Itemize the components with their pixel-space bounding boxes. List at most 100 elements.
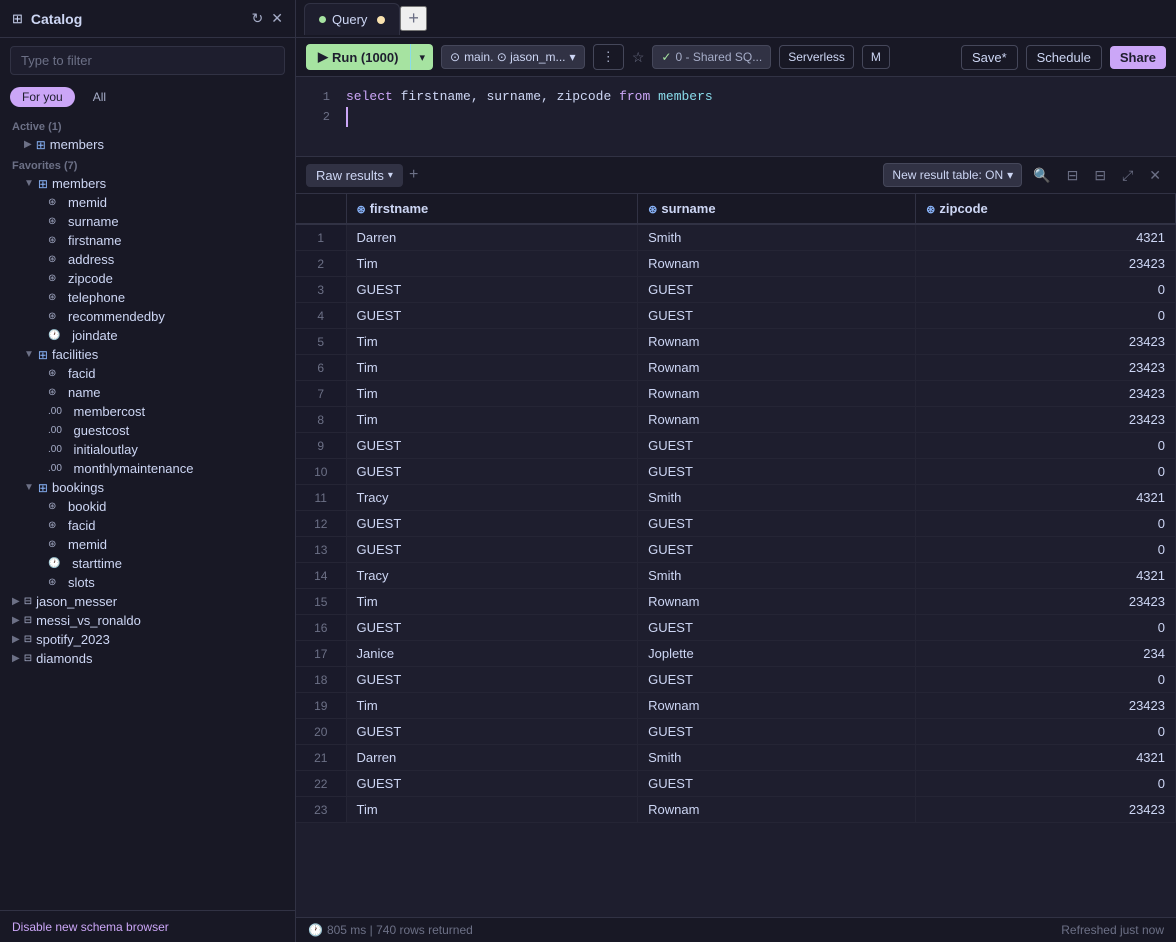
zipcode-cell: 4321: [916, 745, 1176, 771]
sidebar-item-name[interactable]: ⊛ name: [0, 383, 295, 402]
run-dropdown-button[interactable]: ▾: [410, 44, 433, 70]
expand-button[interactable]: ⤢: [1117, 165, 1138, 186]
sidebar-item-fav-facilities[interactable]: ▼ ⊞ facilities: [0, 345, 295, 364]
disable-schema-browser-link[interactable]: Disable new schema browser: [12, 920, 169, 934]
surname-cell: GUEST: [638, 303, 916, 329]
refresh-icon[interactable]: ↻: [252, 10, 264, 27]
sidebar-item-jason-messer[interactable]: ▶ ⊟ jason_messer: [0, 592, 295, 611]
sidebar-item-zipcode[interactable]: ⊛ zipcode: [0, 269, 295, 288]
col-label: joindate: [72, 328, 118, 343]
sidebar-item-messi-vs-ronaldo[interactable]: ▶ ⊟ messi_vs_ronaldo: [0, 611, 295, 630]
status-badge: ✓ 0 - Shared SQ...: [652, 45, 771, 69]
sidebar-item-membercost[interactable]: .00 membercost: [0, 402, 295, 421]
table-row: 4GUESTGUEST0: [296, 303, 1176, 329]
surname-cell: Rownam: [638, 355, 916, 381]
filter-input[interactable]: [10, 46, 285, 75]
sidebar-item-telephone[interactable]: ⊛ telephone: [0, 288, 295, 307]
sidebar-item-starttime[interactable]: 🕐 starttime: [0, 554, 295, 573]
zipcode-header[interactable]: ⊛zipcode: [916, 194, 1176, 224]
col-icon: ⊛: [48, 387, 56, 398]
sidebar-item-bookings-facid[interactable]: ⊛ facid: [0, 516, 295, 535]
schedule-button[interactable]: Schedule: [1026, 45, 1102, 70]
sidebar-item-active-members[interactable]: ▶ ⊞ members: [0, 135, 295, 154]
surname-header[interactable]: ⊛surname: [638, 194, 916, 224]
db-icon: ⊙: [450, 50, 460, 64]
new-result-chevron-icon: ▾: [1007, 168, 1013, 182]
sidebar-item-recommendedby[interactable]: ⊛ recommendedby: [0, 307, 295, 326]
surname-cell: Rownam: [638, 251, 916, 277]
table-row: 18GUESTGUEST0: [296, 667, 1176, 693]
zipcode-cell: 0: [916, 459, 1176, 485]
sidebar-item-bookings-memid[interactable]: ⊛ memid: [0, 535, 295, 554]
tab-all[interactable]: All: [81, 87, 118, 107]
sidebar-item-bookid[interactable]: ⊛ bookid: [0, 497, 295, 516]
close-results-button[interactable]: ✕: [1144, 165, 1166, 186]
db-selector[interactable]: ⊙ main. ⊙ jason_m... ▾: [441, 45, 585, 69]
sidebar-item-firstname[interactable]: ⊛ firstname: [0, 231, 295, 250]
more-options-button[interactable]: ⋮: [593, 44, 624, 70]
sidebar-item-memid[interactable]: ⊛ memid: [0, 193, 295, 212]
tab-row: For you All: [0, 83, 295, 115]
favorite-button[interactable]: ☆: [632, 49, 645, 66]
add-result-button[interactable]: +: [409, 166, 418, 184]
col-label: firstname: [68, 233, 121, 248]
sidebar-item-fav-members[interactable]: ▼ ⊞ members: [0, 174, 295, 193]
check-icon: ✓: [661, 50, 671, 64]
favorites-section-label: Favorites (7): [0, 154, 295, 174]
sidebar-item-initialoutlay[interactable]: .00 initialoutlay: [0, 440, 295, 459]
sidebar-item-address[interactable]: ⊛ address: [0, 250, 295, 269]
filter-results-button[interactable]: ⊟: [1062, 165, 1084, 186]
results-tab[interactable]: Raw results ▾: [306, 164, 403, 187]
new-result-table-button[interactable]: New result table: ON ▾: [883, 163, 1022, 187]
m-button[interactable]: M: [862, 45, 890, 69]
col-label: facid: [68, 366, 95, 381]
table-row: 17JaniceJoplette234: [296, 641, 1176, 667]
add-tab-button[interactable]: +: [400, 6, 427, 31]
firstname-cell: Darren: [346, 224, 638, 251]
row-number: 19: [296, 693, 346, 719]
serverless-button[interactable]: Serverless: [779, 45, 854, 69]
zipcode-cell: 23423: [916, 355, 1176, 381]
run-button[interactable]: ▶ Run (1000): [306, 44, 410, 70]
firstname-cell: Darren: [346, 745, 638, 771]
zipcode-cell: 4321: [916, 485, 1176, 511]
sidebar-item-spotify-2023[interactable]: ▶ ⊟ spotify_2023: [0, 630, 295, 649]
table-row: 7TimRownam23423: [296, 381, 1176, 407]
col-icon: ⊛: [48, 577, 56, 588]
surname-cell: Smith: [638, 563, 916, 589]
sidebar-item-guestcost[interactable]: .00 guestcost: [0, 421, 295, 440]
sidebar-item-monthlymaintenance[interactable]: .00 monthlymaintenance: [0, 459, 295, 478]
layout-button[interactable]: ⊟: [1089, 165, 1111, 186]
sidebar-item-slots[interactable]: ⊛ slots: [0, 573, 295, 592]
search-results-button[interactable]: 🔍: [1028, 165, 1055, 186]
col-icon: ⊛: [48, 216, 56, 227]
col-icon: ⊛: [48, 368, 56, 379]
close-sidebar-icon[interactable]: ✕: [271, 10, 283, 27]
col-type-icon: ⊛: [357, 204, 366, 216]
col-icon: 🕐: [48, 558, 60, 569]
sidebar-item-surname[interactable]: ⊛ surname: [0, 212, 295, 231]
firstname-header[interactable]: ⊛firstname: [346, 194, 638, 224]
schema-icon: ⊟: [24, 634, 32, 645]
share-button[interactable]: Share: [1110, 46, 1166, 69]
sidebar-item-fav-bookings[interactable]: ▼ ⊞ bookings: [0, 478, 295, 497]
col-label: bookid: [68, 499, 106, 514]
sidebar-item-diamonds[interactable]: ▶ ⊟ diamonds: [0, 649, 295, 668]
results-toolbar: Raw results ▾ + New result table: ON ▾ 🔍…: [296, 157, 1176, 194]
table-icon: ⊞: [36, 138, 46, 152]
keyword-from: from: [619, 89, 650, 104]
row-number: 21: [296, 745, 346, 771]
col-label: slots: [68, 575, 95, 590]
save-button[interactable]: Save*: [961, 45, 1018, 70]
schema-icon: ⊟: [24, 615, 32, 626]
tab-for-you[interactable]: For you: [10, 87, 75, 107]
col-label: guestcost: [74, 423, 130, 438]
query-tab[interactable]: Query: [304, 3, 400, 35]
col-icon: ⊛: [48, 539, 56, 550]
col-icon: .00: [48, 444, 62, 455]
firstname-cell: GUEST: [346, 615, 638, 641]
sidebar-item-joindate[interactable]: 🕐 joindate: [0, 326, 295, 345]
sidebar-item-label: facilities: [52, 347, 98, 362]
sidebar-item-facid[interactable]: ⊛ facid: [0, 364, 295, 383]
editor-area[interactable]: 1 select firstname, surname, zipcode fro…: [296, 77, 1176, 157]
